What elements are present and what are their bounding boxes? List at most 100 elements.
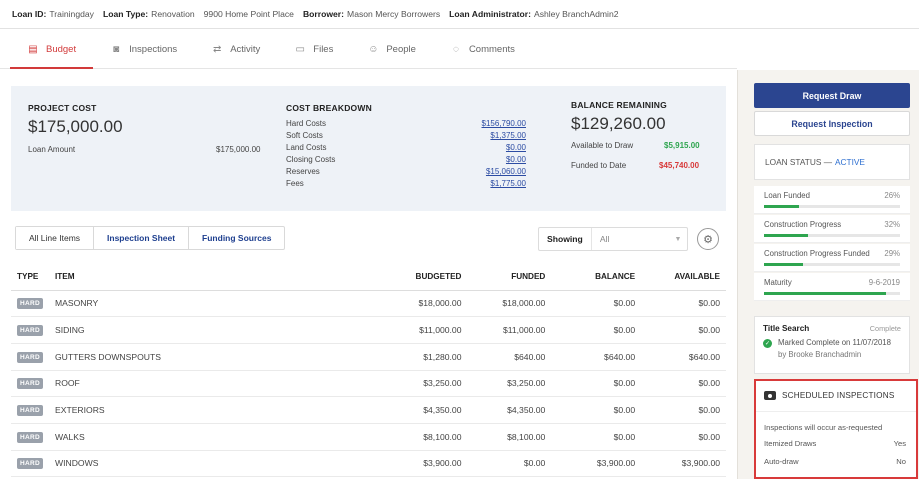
subtab-inspection-sheet[interactable]: Inspection Sheet (94, 227, 190, 249)
type-cell: HARD (11, 343, 49, 371)
available-cell: $0.00 (641, 316, 726, 344)
main-tabs: ▤ Budget ◙ Inspections ⇄ Activity ▭ File… (0, 29, 737, 69)
item-cell: SIDING (48, 316, 348, 344)
balance-cell: $0.00 (551, 396, 642, 424)
auto-draw-value: No (896, 457, 906, 466)
subtab-funding-sources[interactable]: Funding Sources (189, 227, 284, 249)
budgeted-cell: $4,350.00 (347, 396, 468, 424)
balance-remaining-value: $129,260.00 (571, 114, 666, 133)
loan-status-label: LOAN STATUS — (765, 157, 832, 167)
table-row[interactable]: HARD ROOF $3,250.00 $3,250.00 $0.00 $0.0… (11, 370, 726, 398)
breakdown-label: Reserves (286, 167, 320, 176)
itemized-draws-row: Itemized Draws Yes (764, 439, 906, 448)
funded-to-date-label: Funded to Date (571, 161, 627, 170)
funded-cell[interactable]: $11,000.00 (467, 316, 552, 344)
col-header-balance[interactable]: BALANCE (551, 264, 642, 291)
folder-icon: ▭ (295, 43, 305, 55)
balance-cell: $0.00 (551, 316, 642, 344)
breakdown-value-link[interactable]: $0.00 (506, 155, 526, 164)
item-cell: MASONRY (48, 290, 348, 318)
table-row[interactable]: HARD MASONRY $18,000.00 $18,000.00 $0.00… (11, 290, 726, 318)
budgeted-cell: $18,000.00 (347, 290, 468, 318)
tab-comments[interactable]: ◌ Comments (433, 30, 532, 68)
progress-value: 32% (884, 220, 900, 229)
type-badge: HARD (17, 298, 43, 310)
budgeted-cell: $11,000.00 (347, 316, 468, 344)
funded-cell[interactable]: $18,000.00 (467, 290, 552, 318)
tab-files[interactable]: ▭ Files (277, 30, 350, 68)
table-row[interactable]: HARD WINDOWS $3,900.00 $0.00 $3,900.00 $… (11, 450, 726, 478)
gear-icon[interactable]: ⚙ (697, 228, 719, 250)
table-row[interactable]: HARD EXTERIORS $4,350.00 $4,350.00 $0.00… (11, 396, 726, 424)
tab-budget[interactable]: ▤ Budget (10, 30, 94, 69)
type-badge: HARD (17, 458, 43, 470)
showing-filter-select[interactable]: Showing All ▼ (538, 227, 688, 251)
table-row[interactable]: HARD WALKS $8,100.00 $8,100.00 $0.00 $0.… (11, 423, 726, 451)
funded-cell[interactable]: $4,350.00 (467, 396, 552, 424)
item-cell: WINDOWS (48, 450, 348, 478)
breakdown-label: Fees (286, 179, 304, 188)
tab-activity[interactable]: ⇄ Activity (194, 30, 277, 68)
auto-draw-row: Auto-draw No (764, 457, 906, 466)
available-to-draw-label: Available to Draw (571, 141, 634, 150)
borrower-label: Borrower: (302, 9, 345, 19)
loan-info-bar: Loan ID: Trainingday Loan Type: Renovati… (0, 0, 919, 29)
funded-cell[interactable]: $640.00 (467, 343, 552, 371)
type-cell: HARD (11, 423, 49, 451)
admin-value: Ashley BranchAdmin2 (533, 9, 619, 19)
col-header-budgeted[interactable]: BUDGETED (347, 264, 468, 291)
table-row[interactable]: HARD GUTTERS DOWNSPOUTS $1,280.00 $640.0… (11, 343, 726, 371)
arrows-icon: ⇄ (212, 43, 222, 55)
progress-label: Construction Progress (764, 220, 842, 229)
table-row[interactable]: HARD SIDING $11,000.00 $11,000.00 $0.00 … (11, 316, 726, 344)
budgeted-cell: $3,250.00 (347, 370, 468, 398)
balance-cell: $640.00 (551, 343, 642, 371)
col-header-type[interactable]: TYPE (11, 264, 49, 291)
progress-value: 29% (884, 249, 900, 258)
chevron-down-icon: ▼ (674, 235, 682, 243)
subtab-all-line-items[interactable]: All Line Items (16, 227, 95, 249)
admin-label: Loan Administrator: (449, 9, 531, 19)
table-header-row: TYPE ITEM BUDGETED FUNDED BALANCE AVAILA… (11, 264, 726, 291)
showing-value: All (599, 234, 610, 244)
request-inspection-button[interactable]: Request Inspection (754, 111, 910, 136)
breakdown-value-link[interactable]: $1,775.00 (490, 179, 526, 188)
progress-bar (764, 234, 900, 237)
tab-label: Comments (468, 43, 515, 55)
funded-cell[interactable]: $8,100.00 (467, 423, 552, 451)
funded-to-date-value: $45,740.00 (659, 161, 700, 170)
title-search-detail: Marked Complete on 11/07/2018 (778, 338, 891, 347)
progress-value: 26% (884, 191, 900, 200)
itemized-draws-value: Yes (893, 439, 906, 448)
col-header-funded[interactable]: FUNDED (467, 264, 552, 291)
tab-label: Inspections (129, 43, 178, 55)
progress-item: Construction Progress 32% (754, 215, 910, 243)
type-cell: HARD (11, 396, 49, 424)
showing-label: Showing (539, 228, 592, 250)
scheduled-inspections-title: SCHEDULED INSPECTIONS (782, 391, 895, 400)
balance-cell: $0.00 (551, 290, 642, 318)
funded-cell[interactable]: $0.00 (467, 450, 552, 478)
type-cell: HARD (11, 316, 49, 344)
item-cell: ROOF (48, 370, 348, 398)
breakdown-value-link[interactable]: $0.00 (506, 143, 526, 152)
line-items-table: TYPE ITEM BUDGETED FUNDED BALANCE AVAILA… (11, 264, 726, 478)
progress-bar (764, 292, 900, 295)
col-header-available[interactable]: AVAILABLE (641, 264, 726, 291)
breakdown-value-link[interactable]: $1,375.00 (490, 131, 526, 140)
progress-item: Construction Progress Funded 29% (754, 244, 910, 272)
breakdown-value-link[interactable]: $15,060.00 (486, 167, 526, 176)
camera-icon (764, 391, 776, 400)
col-header-item[interactable]: ITEM (48, 264, 348, 291)
funded-cell[interactable]: $3,250.00 (467, 370, 552, 398)
tab-people[interactable]: ☺ People (350, 30, 433, 68)
breakdown-label: Closing Costs (286, 155, 336, 164)
request-draw-button[interactable]: Request Draw (754, 83, 910, 108)
tab-label: Activity (230, 43, 261, 55)
tab-inspections[interactable]: ◙ Inspections (93, 30, 194, 68)
loan-type-value: Renovation (151, 9, 195, 19)
check-icon: ✓ (763, 339, 772, 348)
type-badge: HARD (17, 431, 43, 443)
breakdown-value-link[interactable]: $156,790.00 (482, 119, 527, 128)
type-badge: HARD (17, 325, 43, 337)
